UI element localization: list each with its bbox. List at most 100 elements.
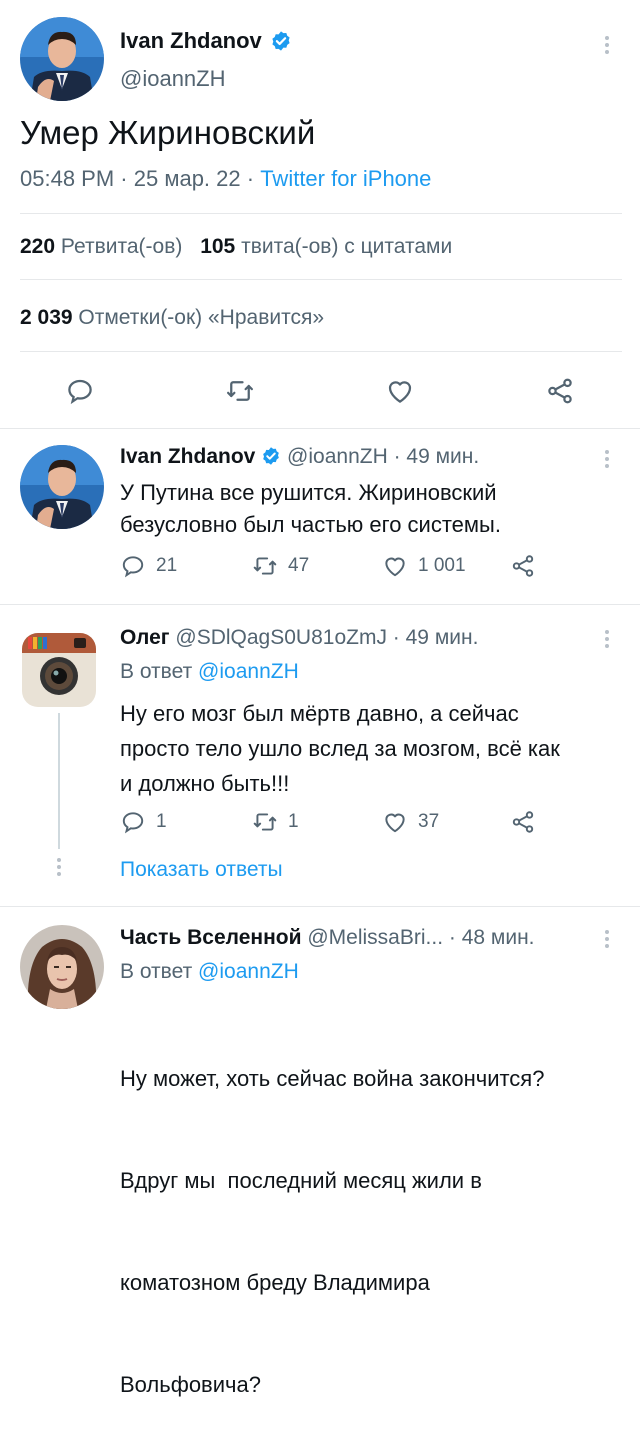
- reply-button[interactable]: [65, 376, 95, 406]
- reply-count: 1: [156, 811, 167, 832]
- reply-time: · 49 мин.: [392, 626, 479, 649]
- more-options-icon[interactable]: [604, 36, 610, 57]
- divider: [20, 351, 622, 352]
- reply-author-name[interactable]: Часть Вселенной: [120, 926, 302, 949]
- tweet-source-link[interactable]: Twitter for iPhone: [260, 166, 431, 191]
- reply-text-line: и должно быть!!!: [120, 771, 290, 796]
- author-handle[interactable]: @ioannZH: [120, 66, 226, 92]
- more-options-icon[interactable]: [604, 450, 610, 471]
- reply-handle[interactable]: @MelissaBri...: [307, 926, 443, 949]
- reply-button[interactable]: 21: [120, 553, 177, 579]
- share-icon: [548, 378, 572, 404]
- retweet-icon: [253, 813, 277, 831]
- divider: [20, 213, 622, 214]
- reply-text: У Путина все рушится. Жириновский безусл…: [120, 477, 501, 541]
- share-icon: [512, 811, 534, 833]
- likes-stat[interactable]: 2 039 Отметки(-ок) «Нравится»: [20, 306, 324, 330]
- reply-icon: [68, 379, 92, 405]
- like-icon: [385, 557, 405, 577]
- like-icon: [388, 381, 412, 403]
- reply-header: Ivan Zhdanov @ioannZH · 49 мин.: [120, 445, 479, 469]
- divider: [0, 604, 640, 605]
- like-count: 37: [418, 811, 440, 832]
- quotes-stat[interactable]: 105 твита(-ов) с цитатами: [200, 235, 452, 258]
- like-button[interactable]: [385, 376, 415, 406]
- tweet-date: 25 мар. 22: [133, 166, 241, 191]
- reply-text-line: коматозном бреду Владимира: [120, 1270, 430, 1295]
- tweet-stats-row: 220 Ретвита(-ов) 105 твита(-ов) с цитата…: [20, 235, 452, 259]
- meta-separator: ·: [246, 166, 255, 191]
- reply-prefix: В ответ: [120, 960, 193, 983]
- more-options-icon[interactable]: [604, 930, 610, 951]
- reply-text-line: У Путина все рушится. Жириновский: [120, 480, 497, 505]
- quotes-count: 105: [200, 235, 236, 258]
- like-icon: [385, 813, 405, 833]
- reply-text: Ну его мозг был мёртв давно, а сейчас пр…: [120, 696, 560, 801]
- reply-author-name[interactable]: Олег: [120, 626, 170, 649]
- reply-context: В ответ @ioannZH: [120, 660, 299, 684]
- reply-text-line: Ну может, хоть сейчас война закончится?: [120, 1066, 545, 1091]
- reply-text-line: просто тело ушло вслед за мозгом, всё ка…: [120, 736, 560, 761]
- reply-time: · 48 мин.: [448, 926, 535, 949]
- author-name-text: Ivan Zhdanov: [120, 28, 262, 53]
- share-button[interactable]: [510, 809, 536, 835]
- divider: [20, 279, 622, 280]
- thread-line: [58, 713, 60, 849]
- retweet-icon: [227, 381, 253, 401]
- likes-label: Отметки(-ок) «Нравится»: [78, 306, 325, 329]
- reply-to-link[interactable]: @ioannZH: [198, 960, 299, 983]
- reply-button[interactable]: 1: [120, 809, 167, 835]
- author-avatar[interactable]: [20, 17, 104, 101]
- reply-header: Часть Вселенной @MelissaBri... · 48 мин.: [120, 926, 535, 950]
- retweet-button[interactable]: [225, 376, 255, 406]
- verified-badge-icon: [263, 447, 280, 465]
- tweet-text: Умер Жириновский: [20, 114, 316, 151]
- retweets-count: 220: [20, 235, 56, 258]
- reply-text: Ну может, хоть сейчас война закончится? …: [120, 994, 544, 1436]
- quotes-label: твита(-ов) с цитатами: [241, 235, 453, 258]
- reply-icon: [122, 812, 144, 834]
- reply-text-line: безусловно был частью его системы.: [120, 512, 501, 537]
- retweet-button[interactable]: 47: [252, 553, 309, 579]
- like-button[interactable]: 37: [382, 809, 439, 835]
- share-icon: [512, 555, 534, 577]
- show-replies-link[interactable]: Показать ответы: [120, 858, 283, 882]
- reply-author-name[interactable]: Ivan Zhdanov: [120, 445, 255, 468]
- reply-handle[interactable]: @SDlQagS0U81oZmJ: [175, 626, 387, 649]
- reply-prefix: В ответ: [120, 660, 193, 683]
- reply-time: · 49 мин.: [393, 445, 480, 468]
- reply-text-line: Вольфовича?: [120, 1372, 261, 1397]
- verified-badge-icon: [272, 31, 290, 51]
- reply-text-line: Ну его мозг был мёртв давно, а сейчас: [120, 701, 519, 726]
- retweets-stat[interactable]: 220 Ретвита(-ов): [20, 235, 188, 258]
- share-button[interactable]: [545, 376, 575, 406]
- retweet-button[interactable]: 1: [252, 809, 299, 835]
- more-options-icon[interactable]: [604, 630, 610, 651]
- reply-to-link[interactable]: @ioannZH: [198, 660, 299, 683]
- reply-context: В ответ @ioannZH: [120, 960, 299, 984]
- tweet-time: 05:48 PM: [20, 166, 115, 191]
- likes-count: 2 039: [20, 306, 73, 329]
- reply-text-line: Вдруг мы последний месяц жили в: [120, 1168, 482, 1193]
- thread-dots: [56, 858, 62, 879]
- reply-icon: [122, 556, 144, 578]
- reply-handle[interactable]: @ioannZH: [287, 445, 388, 468]
- retweet-icon: [253, 557, 277, 575]
- reply-avatar[interactable]: [20, 925, 104, 1009]
- retweets-label: Ретвита(-ов): [60, 235, 183, 258]
- author-name[interactable]: Ivan Zhdanov: [120, 28, 292, 54]
- retweet-count: 1: [288, 811, 299, 832]
- instagram-logo-icon: [22, 633, 96, 707]
- tweet-meta: 05:48 PM · 25 мар. 22 · Twitter for iPho…: [20, 166, 431, 192]
- like-button[interactable]: 1 001: [382, 553, 466, 579]
- reply-header: Олег @SDlQagS0U81oZmJ · 49 мин.: [120, 626, 478, 650]
- retweet-count: 47: [288, 555, 310, 576]
- reply-avatar[interactable]: [20, 445, 104, 529]
- divider: [0, 906, 640, 907]
- meta-separator: ·: [120, 166, 128, 191]
- reply-count: 21: [156, 555, 178, 576]
- share-button[interactable]: [510, 553, 536, 579]
- reply-avatar[interactable]: [22, 633, 96, 707]
- divider: [0, 428, 640, 429]
- like-count: 1 001: [418, 555, 466, 576]
